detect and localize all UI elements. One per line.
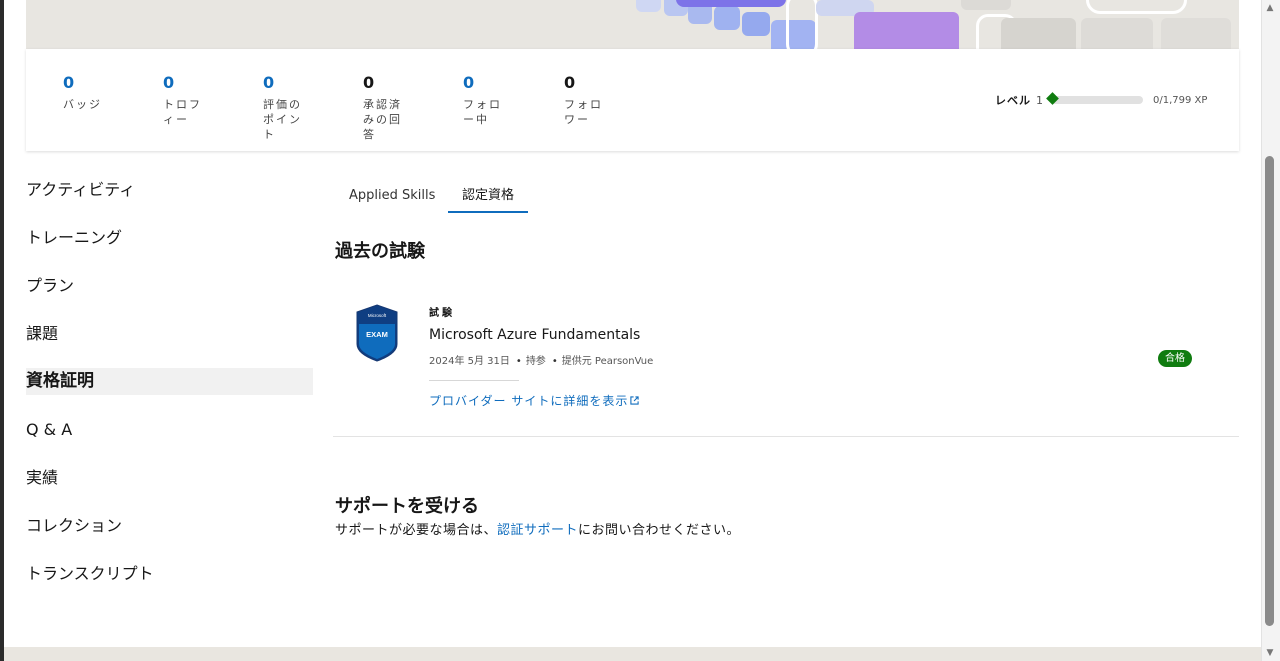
profile-side-nav: アクティビティ トレーニング プラン 課題 資格証明 Q & A 実績 コレクシ… [26, 176, 313, 608]
stat-following[interactable]: 0 フォロー中 [463, 73, 533, 127]
stat-value: 0 [564, 73, 576, 92]
stat-followers: 0 フォロワー [564, 73, 634, 127]
exam-ownership: 持参 [525, 356, 546, 367]
level-number: 1 [1036, 93, 1043, 107]
stat-value: 0 [163, 73, 175, 92]
nav-item-plans[interactable]: プラン [26, 272, 313, 299]
stat-reputation-points[interactable]: 0 評価のポイント [263, 73, 333, 142]
nav-item-achievements[interactable]: 実績 [26, 464, 313, 491]
window-frame-edge [0, 0, 4, 661]
stat-label: 評価のポイント [263, 98, 302, 141]
stat-value: 0 [363, 73, 375, 92]
external-link-icon [630, 396, 639, 405]
profile-stats-card: 0 バッジ 0 トロフィー 0 評価のポイント 0 承認済みの回答 0 フォロー… [26, 49, 1239, 151]
scroll-up-arrow-icon[interactable]: ▲ [1265, 3, 1275, 13]
exam-badge-label: EXAM [366, 330, 388, 339]
stat-value: 0 [463, 73, 475, 92]
tab-certifications[interactable]: 認定資格 [448, 181, 529, 213]
scrollbar-thumb[interactable] [1265, 156, 1274, 626]
stat-label: 承認済みの回答 [363, 98, 402, 141]
exam-badge-brand: Microsoft [368, 313, 387, 318]
page-footer-band [4, 647, 1261, 661]
support-text-after: にお問い合わせください。 [578, 523, 741, 538]
exam-date: 2024年 5月 31日 [429, 356, 510, 367]
tab-applied-skills[interactable]: Applied Skills [335, 181, 449, 211]
provider-site-link[interactable]: プロバイダー サイトに詳細を表示 [429, 392, 639, 409]
profile-banner [26, 0, 1239, 49]
past-exams-title: 過去の試験 [335, 241, 425, 262]
exam-status-badge: 合格 [1158, 350, 1192, 367]
nav-item-collections[interactable]: コレクション [26, 512, 313, 539]
stat-value: 0 [263, 73, 275, 92]
exam-name: Microsoft Azure Fundamentals [429, 327, 641, 343]
provider-site-link-label: プロバイダー サイトに詳細を表示 [429, 394, 629, 408]
level-label: レベル [995, 94, 1031, 107]
stat-badges[interactable]: 0 バッジ [63, 73, 133, 112]
stat-label: フォロワー [564, 98, 603, 126]
stat-trophies[interactable]: 0 トロフィー [163, 73, 233, 127]
exam-meta: 2024年 5月 31日 • 持参 • 提供元 PearsonVue [429, 356, 654, 367]
nav-item-credentials[interactable]: 資格証明 [26, 368, 313, 395]
support-text: サポートが必要な場合は、認証サポートにお問い合わせください。 [335, 519, 740, 538]
nav-item-qa[interactable]: Q & A [26, 416, 313, 443]
exam-card: Microsoft EXAM 試験 Microsoft Azure Fundam… [333, 286, 1239, 437]
nav-item-activity[interactable]: アクティビティ [26, 176, 313, 203]
xp-progress-bar [1046, 92, 1143, 105]
stat-value: 0 [63, 73, 75, 92]
nav-item-transcript[interactable]: トランスクリプト [26, 560, 313, 587]
stat-label: バッジ [63, 98, 102, 111]
scroll-down-arrow-icon[interactable]: ▼ [1265, 648, 1275, 658]
stat-label: フォロー中 [463, 98, 502, 126]
support-title: サポートを受ける [335, 496, 479, 517]
exam-provider: PearsonVue [594, 356, 654, 367]
nav-item-training[interactable]: トレーニング [26, 224, 313, 251]
exam-type: 試験 [429, 308, 455, 319]
exam-provider-label: 提供元 [561, 356, 592, 367]
support-text-before: サポートが必要な場合は、 [335, 523, 498, 538]
exam-badge-icon: Microsoft EXAM [356, 304, 398, 362]
stat-label: トロフィー [163, 98, 202, 126]
xp-text: 0/1,799 XP [1153, 94, 1208, 106]
xp-diamond-icon [1046, 92, 1059, 105]
nav-item-assignments[interactable]: 課題 [26, 320, 313, 347]
stat-accepted-answers: 0 承認済みの回答 [363, 73, 433, 142]
certification-support-link[interactable]: 認証サポート [497, 523, 578, 538]
exam-divider [429, 380, 519, 381]
level-indicator: レベル 1 0/1,799 XP [995, 92, 1207, 108]
